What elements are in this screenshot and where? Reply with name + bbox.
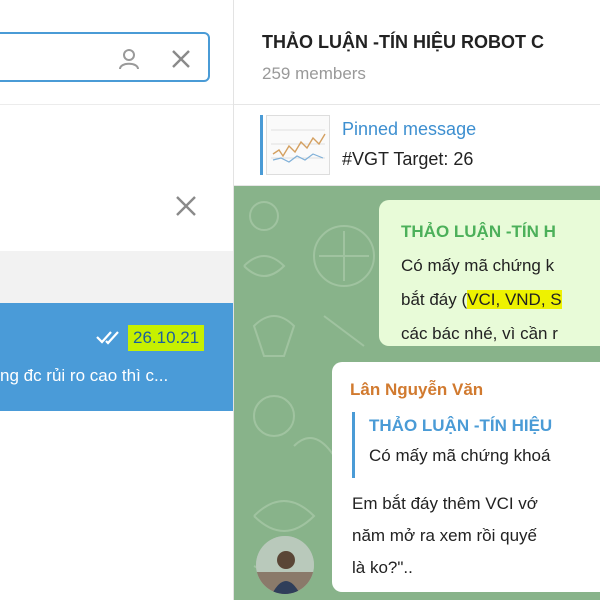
double-check-icon bbox=[96, 328, 124, 351]
quote-text: Có mấy mã chứng khoá bbox=[369, 446, 551, 465]
search-box[interactable] bbox=[0, 32, 210, 82]
outgoing-message[interactable]: THẢO LUẬN -TÍN H Có mấy mã chứng k bắt đ… bbox=[379, 200, 600, 346]
close-icon[interactable] bbox=[172, 192, 200, 220]
pinned-thumbnail bbox=[266, 115, 330, 175]
divider bbox=[0, 104, 233, 105]
message-sender: THẢO LUẬN -TÍN H bbox=[401, 222, 556, 241]
message-sender: Lân Nguyễn Văn bbox=[350, 380, 484, 399]
section-separator bbox=[0, 251, 233, 303]
chat-header[interactable]: THẢO LUẬN -TÍN HIỆU ROBOT C 259 members bbox=[234, 0, 600, 105]
pinned-message-bar[interactable]: Pinned message #VGT Target: 26 bbox=[234, 105, 600, 186]
member-count: 259 members bbox=[262, 64, 366, 83]
message-line: năm mở ra xem rồi quyế bbox=[352, 526, 537, 545]
highlighted-text: VCI, VND, S bbox=[467, 290, 562, 309]
quote-sender: THẢO LUẬN -TÍN HIỆU bbox=[369, 416, 553, 435]
message-text: bắt đáy ( bbox=[401, 290, 468, 309]
incoming-message[interactable]: Lân Nguyễn Văn THẢO LUẬN -TÍN HIỆU Có mấ… bbox=[332, 362, 600, 592]
user-icon[interactable] bbox=[116, 46, 142, 72]
chat-title: THẢO LUẬN -TÍN HIỆU ROBOT C bbox=[262, 32, 544, 52]
chat-list-sidebar: 26.10.21 ng đc rủi ro cao thì c... bbox=[0, 0, 234, 600]
message-line: Có mấy mã chứng k bbox=[401, 256, 555, 275]
message-preview: ng đc rủi ro cao thì c... bbox=[0, 366, 169, 385]
close-icon[interactable] bbox=[168, 46, 194, 72]
pinned-text: #VGT Target: 26 bbox=[342, 149, 474, 169]
message-line: bắt đáy (VCI, VND, S bbox=[401, 290, 562, 310]
message-line: các bác nhé, vì cần r bbox=[401, 324, 558, 343]
pinned-accent-bar bbox=[260, 115, 263, 175]
message-line: Em bắt đáy thêm VCI vớ bbox=[352, 494, 538, 513]
avatar[interactable] bbox=[256, 536, 314, 594]
chat-list-item[interactable] bbox=[0, 303, 233, 411]
message-date: 26.10.21 bbox=[128, 325, 205, 351]
pinned-label: Pinned message bbox=[342, 119, 477, 139]
reply-quote[interactable]: THẢO LUẬN -TÍN HIỆU Có mấy mã chứng khoá bbox=[352, 412, 600, 478]
message-line: là ko?".. bbox=[352, 558, 413, 577]
chat-message-area[interactable]: THẢO LUẬN -TÍN H Có mấy mã chứng k bắt đ… bbox=[234, 186, 600, 600]
search-input[interactable] bbox=[6, 42, 100, 74]
